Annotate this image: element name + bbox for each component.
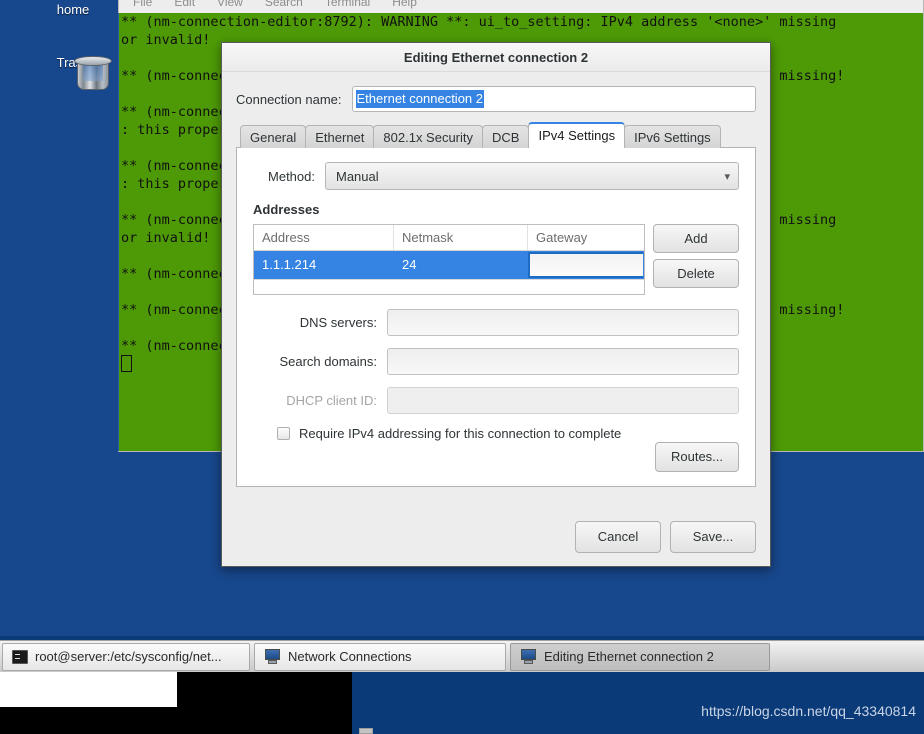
taskbar-item-terminal-label: root@server:/etc/sysconfig/net... bbox=[35, 649, 222, 664]
tab-bar: General Ethernet 802.1x Security DCB IPv… bbox=[240, 122, 756, 148]
addresses-table[interactable]: Address Netmask Gateway 1.1.1.214 24 bbox=[253, 224, 645, 295]
taskbar-item-terminal[interactable]: root@server:/etc/sysconfig/net... bbox=[2, 642, 250, 671]
routes-button[interactable]: Routes... bbox=[655, 442, 739, 472]
require-ipv4-checkbox[interactable] bbox=[277, 427, 290, 440]
taskbar-item-editing-ethernet[interactable]: Editing Ethernet connection 2 bbox=[510, 642, 770, 671]
connection-name-input[interactable]: Ethernet connection 2 bbox=[351, 86, 756, 112]
column-header-address: Address bbox=[254, 225, 394, 250]
dns-servers-row: DNS servers: bbox=[253, 309, 739, 336]
column-header-gateway: Gateway bbox=[536, 230, 588, 245]
menu-terminal[interactable]: Terminal bbox=[325, 0, 370, 9]
tab-8021x-security[interactable]: 802.1x Security bbox=[373, 125, 484, 148]
search-domains-input[interactable] bbox=[387, 348, 739, 375]
chevron-down-icon: ▾ bbox=[724, 170, 730, 183]
method-row: Method: Manual ▾ bbox=[253, 162, 739, 190]
table-row[interactable]: 1.1.1.214 24 bbox=[254, 251, 644, 279]
tab-ipv4-settings[interactable]: IPv4 Settings bbox=[528, 122, 626, 148]
cell-address[interactable]: 1.1.1.214 bbox=[254, 251, 394, 279]
watermark: https://blog.csdn.net/qq_43340814 bbox=[701, 703, 916, 719]
menu-file[interactable]: File bbox=[133, 0, 152, 9]
desktop-icon-trash[interactable]: Trash bbox=[30, 52, 116, 90]
tab-ethernet[interactable]: Ethernet bbox=[305, 125, 375, 148]
edit-connection-dialog[interactable]: Editing Ethernet connection 2 Connection… bbox=[221, 42, 771, 567]
taskbar-nub bbox=[359, 728, 373, 734]
terminal-menubar: File Edit View Search Terminal Help bbox=[119, 0, 923, 14]
menu-search[interactable]: Search bbox=[265, 0, 303, 9]
column-header-netmask: Netmask bbox=[394, 225, 528, 250]
save-button[interactable]: Save... bbox=[670, 521, 756, 553]
tab-general[interactable]: General bbox=[240, 125, 307, 148]
require-ipv4-label: Require IPv4 addressing for this connect… bbox=[299, 426, 622, 441]
dhcp-client-id-input bbox=[387, 387, 739, 414]
dhcp-client-id-row: DHCP client ID: bbox=[253, 387, 739, 414]
dialog-titlebar: Editing Ethernet connection 2 bbox=[222, 43, 770, 72]
terminal-line: ** (nm-connection-editor:8792): WARNING … bbox=[121, 14, 837, 30]
desktop-icon-home[interactable]: home bbox=[30, 2, 116, 17]
dialog-footer: Cancel Save... bbox=[222, 508, 770, 566]
taskbar-item-editing-ethernet-label: Editing Ethernet connection 2 bbox=[544, 649, 714, 664]
addresses-section-title: Addresses bbox=[253, 202, 320, 217]
taskbar-item-network-connections-label: Network Connections bbox=[288, 649, 412, 664]
network-icon bbox=[264, 649, 281, 664]
require-ipv4-row[interactable]: Require IPv4 addressing for this connect… bbox=[253, 426, 739, 441]
dialog-title: Editing Ethernet connection 2 bbox=[403, 49, 589, 65]
tab-dcb[interactable]: DCB bbox=[482, 125, 530, 148]
cell-gateway-input[interactable] bbox=[528, 252, 643, 278]
dialog-body: Connection name: Ethernet connection 2 G… bbox=[222, 72, 770, 487]
menu-help[interactable]: Help bbox=[392, 0, 417, 9]
connection-name-value: Ethernet connection 2 bbox=[355, 90, 484, 108]
dns-servers-label: DNS servers: bbox=[299, 315, 377, 330]
taskbar-item-network-connections[interactable]: Network Connections bbox=[254, 642, 506, 671]
addresses-buttons: Add Delete bbox=[653, 224, 739, 288]
menu-view[interactable]: View bbox=[217, 0, 243, 9]
ipv4-settings-panel: Method: Manual ▾ Addresses Address Netma… bbox=[236, 147, 756, 487]
network-icon bbox=[520, 649, 537, 664]
dns-servers-input[interactable] bbox=[387, 309, 739, 336]
screen: home Trash File Edit View Search Termina… bbox=[0, 0, 924, 734]
connection-name-label: Connection name: bbox=[236, 91, 342, 107]
delete-button[interactable]: Delete bbox=[653, 259, 739, 288]
addresses-table-header: Address Netmask Gateway bbox=[254, 225, 644, 251]
method-select[interactable]: Manual ▾ bbox=[325, 162, 739, 190]
menu-edit[interactable]: Edit bbox=[174, 0, 195, 9]
cell-netmask[interactable]: 24 bbox=[394, 251, 528, 279]
cancel-button[interactable]: Cancel bbox=[575, 521, 661, 553]
connection-name-row: Connection name: Ethernet connection 2 bbox=[236, 86, 756, 112]
tab-ipv6-settings[interactable]: IPv6 Settings bbox=[624, 125, 721, 148]
method-value: Manual bbox=[336, 168, 379, 184]
search-domains-row: Search domains: bbox=[253, 348, 739, 375]
screen-artifact-white bbox=[0, 672, 177, 707]
home-icon-label: home bbox=[56, 2, 90, 17]
method-label: Method: bbox=[268, 168, 315, 184]
dhcp-client-id-label: DHCP client ID: bbox=[286, 393, 377, 408]
routes-button-wrap: Routes... bbox=[655, 442, 739, 472]
addresses-area: Address Netmask Gateway 1.1.1.214 24 Add bbox=[253, 224, 739, 295]
terminal-icon bbox=[12, 649, 28, 664]
add-button[interactable]: Add bbox=[653, 224, 739, 253]
search-domains-label: Search domains: bbox=[279, 354, 377, 369]
taskbar: root@server:/etc/sysconfig/net... Networ… bbox=[0, 640, 924, 672]
screen-artifact-black-lower bbox=[0, 707, 352, 734]
addresses-table-empty-row[interactable] bbox=[254, 279, 644, 294]
